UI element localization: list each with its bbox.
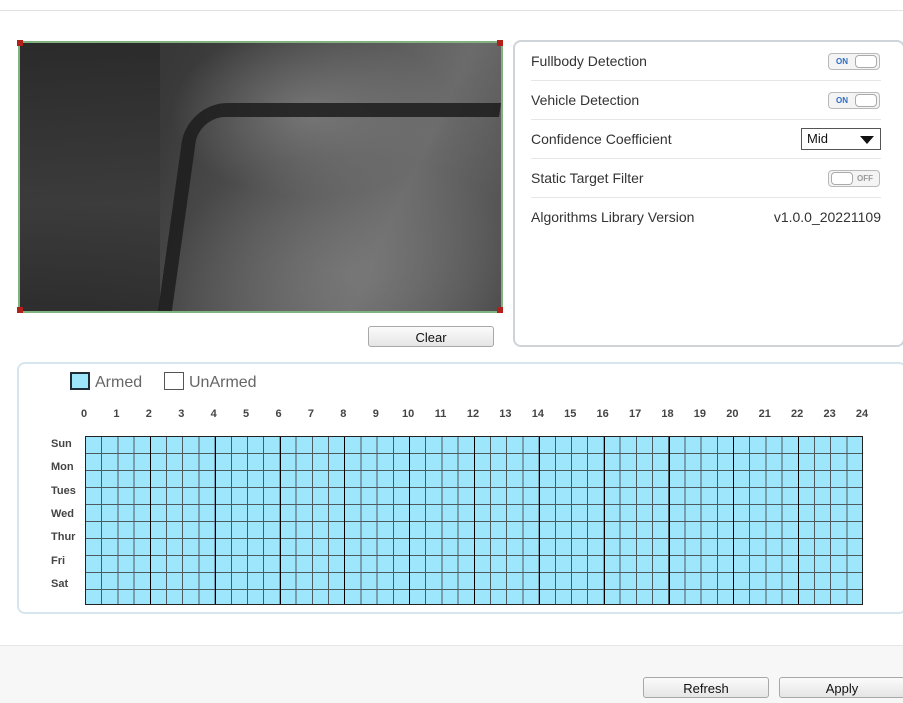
apply-button[interactable]: Apply — [779, 677, 903, 698]
confidence-row: Confidence Coefficient Mid — [531, 120, 881, 159]
hour-label: 17 — [628, 408, 642, 420]
library-version-value: v1.0.0_20221109 — [773, 209, 881, 225]
hour-divider — [798, 437, 800, 604]
hour-divider — [733, 437, 735, 604]
hour-label: 21 — [758, 408, 771, 420]
refresh-button[interactable]: Refresh — [643, 677, 769, 698]
fullbody-detection-toggle[interactable]: ON — [828, 53, 880, 70]
hour-label: 20 — [726, 408, 739, 420]
area-handle-top-left[interactable] — [17, 40, 23, 46]
hour-label: 19 — [693, 408, 707, 420]
hour-divider — [409, 437, 411, 604]
fullbody-detection-row: Fullbody Detection ON — [531, 42, 881, 81]
hour-divider — [474, 437, 475, 604]
static-target-filter-row: Static Target Filter OFF — [531, 159, 881, 198]
hour-label: 15 — [564, 408, 577, 420]
video-preview[interactable] — [17, 40, 503, 313]
hour-divider — [149, 437, 151, 604]
unarmed-swatch — [164, 372, 184, 390]
hour-divider — [538, 437, 540, 604]
day-label: Wed — [51, 507, 75, 520]
day-label: Sun — [51, 438, 72, 450]
vehicle-detection-toggle[interactable]: ON — [828, 92, 880, 109]
hour-label: 9 — [372, 408, 379, 420]
day-label: Sat — [51, 577, 69, 590]
vehicle-detection-label: Vehicle Detection — [531, 92, 640, 108]
hour-label: 8 — [340, 408, 347, 420]
hour-label: 13 — [499, 408, 512, 420]
detection-area[interactable] — [18, 41, 503, 313]
hour-label: 4 — [210, 408, 217, 420]
hour-label: 11 — [434, 408, 447, 420]
hour-label: 14 — [531, 408, 544, 420]
hour-label: 16 — [596, 408, 609, 420]
armed-swatch — [70, 372, 90, 390]
schedule-grid[interactable] — [85, 436, 863, 605]
library-version-row: Algorithms Library Version v1.0.0_202211… — [531, 198, 881, 236]
hour-divider — [603, 437, 605, 604]
confidence-label: Confidence Coefficient — [531, 131, 672, 147]
hour-label: 18 — [661, 408, 674, 420]
hour-label: 0 — [80, 408, 88, 420]
day-label: Thur — [51, 531, 76, 544]
hour-label: 12 — [466, 408, 480, 420]
hour-label: 23 — [823, 408, 836, 420]
static-target-filter-toggle[interactable]: OFF — [828, 170, 880, 187]
fullbody-detection-label: Fullbody Detection — [531, 53, 647, 69]
hour-divider — [668, 437, 670, 604]
confidence-select[interactable]: Mid — [801, 128, 881, 150]
hour-label: 22 — [791, 408, 804, 420]
static-target-filter-label: Static Target Filter — [531, 170, 644, 186]
hour-label: 6 — [275, 408, 282, 420]
library-version-label: Algorithms Library Version — [531, 209, 695, 225]
hour-divider — [279, 437, 281, 604]
hour-divider — [214, 437, 216, 604]
hour-label: 10 — [402, 408, 415, 420]
hour-label: 7 — [307, 408, 314, 420]
day-label: Fri — [51, 554, 66, 567]
hour-label: 2 — [145, 408, 152, 420]
dropdown-arrow-icon — [860, 136, 874, 144]
detection-settings-panel: Fullbody Detection ON Vehicle Detection … — [513, 40, 903, 347]
area-handle-top-right[interactable] — [497, 40, 503, 46]
clear-button[interactable]: Clear — [368, 326, 494, 347]
hour-label: 24 — [855, 408, 869, 420]
legend-unarmed: UnArmed — [164, 372, 257, 392]
area-handle-bottom-left[interactable] — [17, 307, 23, 313]
hour-label: 5 — [243, 408, 250, 420]
vehicle-detection-row: Vehicle Detection ON — [531, 81, 881, 120]
day-label: Tues — [51, 484, 76, 497]
legend-armed: Armed — [70, 372, 142, 392]
arming-schedule: Armed UnArmed 0 1 2 3 4 5 6 7 8 9 10 11 12 13 14 15 16 17… — [17, 362, 903, 614]
hour-label: 3 — [178, 408, 185, 420]
area-handle-bottom-right[interactable] — [497, 307, 503, 313]
hour-divider — [344, 437, 346, 604]
top-divider — [0, 10, 903, 11]
hour-labels: 0 1 2 3 4 5 6 7 8 9 10 11 12 13 14 15 16 17 18 19 20 21 22 23 24 — [81, 408, 868, 424]
day-label: Mon — [51, 461, 74, 474]
hour-label: 1 — [113, 408, 120, 420]
